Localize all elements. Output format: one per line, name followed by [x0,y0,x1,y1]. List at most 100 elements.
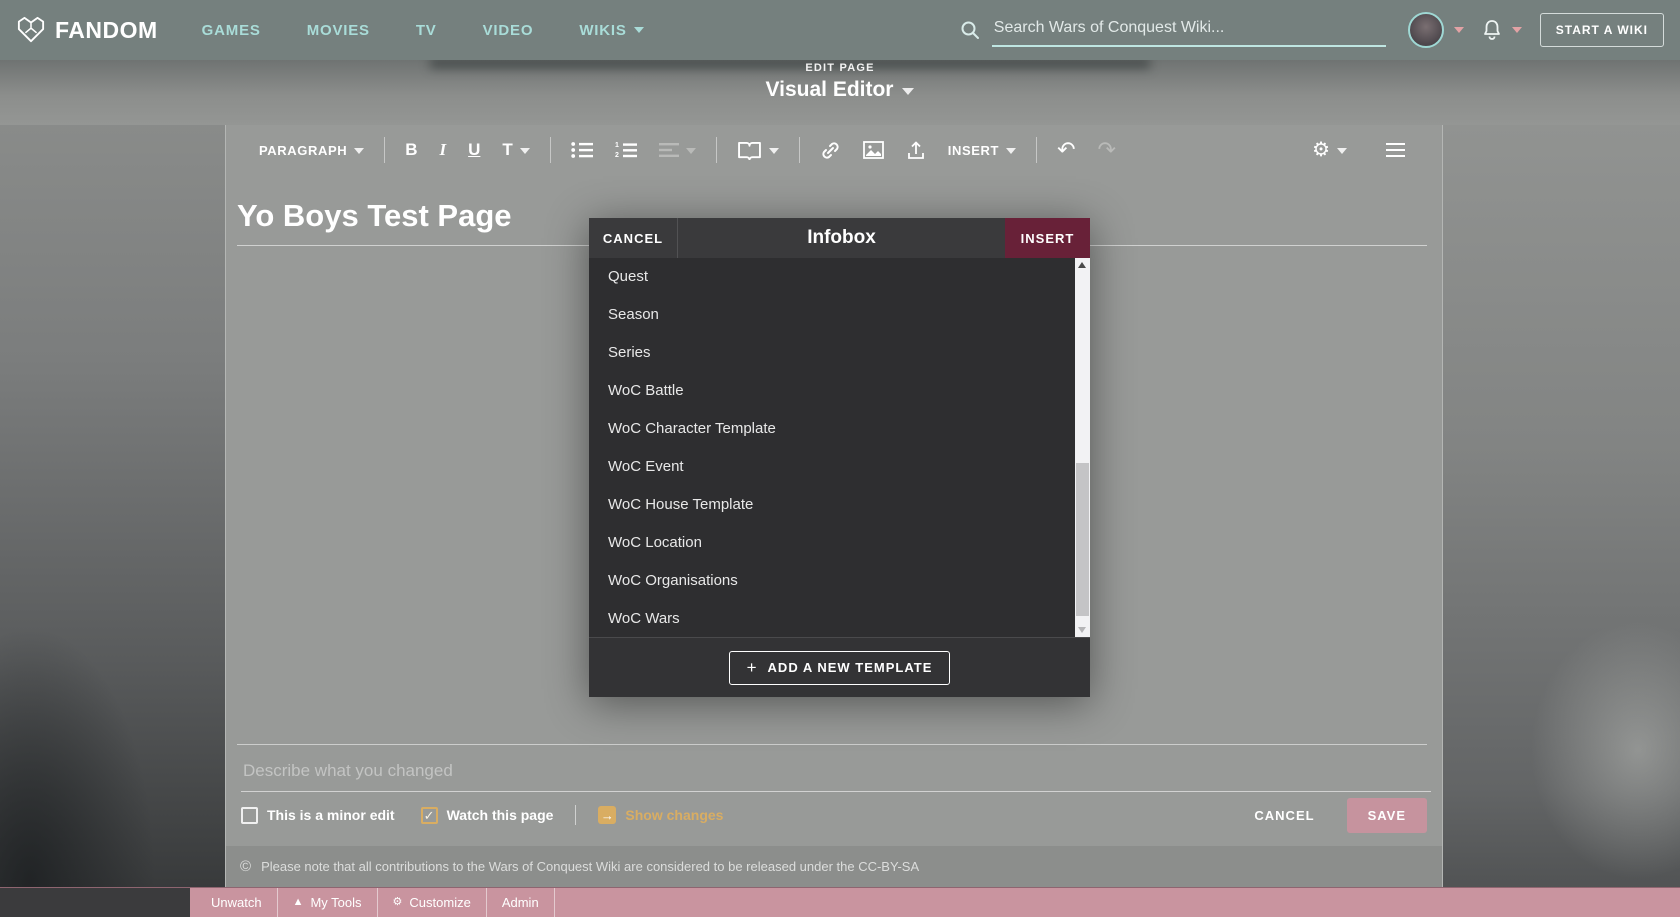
scrollbar-thumb[interactable] [1076,463,1089,616]
add-new-template-button[interactable]: + ADD A NEW TEMPLATE [728,650,951,685]
toolbar-divider [384,137,386,163]
toolbar-menu-button[interactable] [1371,125,1420,175]
save-panel-divider [237,744,1427,745]
editor-mode-dropdown[interactable]: Visual Editor [766,78,915,102]
diff-icon: → [598,806,617,824]
alignment-icon [658,143,679,157]
redo-icon: ↷ [1097,137,1116,162]
insert-image-button[interactable] [852,125,895,175]
minor-edit-checkbox[interactable]: This is a minor edit [241,806,395,824]
background-image-right [1441,60,1680,917]
bottom-item-icon: ⚙ [392,896,403,908]
insert-dropdown[interactable]: INSERT [937,125,1027,175]
global-navbar: FANDOM GAMES MOVIES TV VIDEO WIKIS Searc… [0,0,1680,60]
undo-button[interactable]: ↶ [1046,125,1086,175]
show-changes-button[interactable]: → Show changes [598,806,723,824]
dialog-cancel-button[interactable]: CANCEL [589,218,678,258]
template-list-item[interactable]: Season [589,296,1090,334]
nav-link[interactable]: WIKIS [579,22,644,39]
link-button[interactable] [809,125,852,175]
page-title: Yo Boys Test Page [237,198,512,233]
upload-media-button[interactable] [895,125,937,175]
bottom-toolbar-item[interactable]: Unwatch [196,888,278,917]
scroll-down-arrow-icon[interactable] [1078,627,1086,633]
chevron-down-icon [768,148,779,154]
save-actions: CANCEL SAVE [1248,797,1427,833]
cancel-edit-button[interactable]: CANCEL [1248,807,1320,824]
templates-dropdown[interactable] [726,125,790,175]
insert-label: INSERT [947,142,1000,158]
nav-link[interactable]: TV [416,22,437,39]
search-input[interactable] [991,13,1386,47]
nav-link-label: TV [415,21,437,39]
fandom-logo[interactable]: FANDOM [16,16,158,44]
template-list-item[interactable]: Quest [589,258,1090,296]
bold-button[interactable]: B [394,125,428,175]
bold-icon: B [405,140,418,159]
checkbox-checked-icon: ✓ [420,806,438,824]
hamburger-menu-icon [1386,143,1405,157]
alignment-dropdown[interactable] [648,125,707,175]
image-icon [862,141,884,159]
chevron-down-icon [633,27,644,33]
dialog-insert-button[interactable]: INSERT [1005,218,1090,258]
bottom-item-label: Admin [501,895,539,910]
svg-text:1: 1 [615,142,619,149]
upload-icon [907,141,924,159]
template-name: WoC Wars [608,610,680,627]
numbered-list-button[interactable]: 1 2 [604,125,648,175]
template-list-item[interactable]: WoC Organisations [589,562,1090,600]
template-list-item[interactable]: WoC Event [589,448,1090,486]
chevron-down-icon [902,88,915,95]
start-a-wiki-button[interactable]: START A WIKI [1539,13,1664,47]
underline-button[interactable]: U [457,125,491,175]
redo-button[interactable]: ↷ [1087,125,1127,175]
bullet-list-button[interactable] [560,125,604,175]
nav-link[interactable]: MOVIES [307,22,370,39]
bottom-bar-dark-segment [0,888,190,917]
template-list-item[interactable]: WoC Character Template [589,410,1090,448]
fandom-wordmark: FANDOM [55,16,158,43]
notifications-button[interactable] [1482,19,1502,41]
notifications-chevron-icon[interactable] [1511,27,1522,33]
show-changes-label: Show changes [625,807,724,823]
bottom-toolbar-item[interactable]: ▲ My Tools [278,888,378,917]
toolbar-divider [798,137,800,163]
background-image-left [0,60,225,917]
undo-icon: ↶ [1057,137,1076,162]
plus-icon: + [746,657,758,677]
save-button[interactable]: SAVE [1346,797,1427,833]
user-area [1407,12,1522,48]
bottom-toolbar-item[interactable]: Admin [487,888,555,917]
template-list-item[interactable]: WoC Wars [589,600,1090,637]
italic-button[interactable]: I [429,125,458,175]
template-list-item[interactable]: WoC House Template [589,486,1090,524]
bell-icon [1483,20,1500,40]
toolbar-divider [715,137,717,163]
text-style-dropdown[interactable]: T [491,125,540,175]
underline-icon: U [468,140,481,159]
global-search [960,13,1386,47]
nav-link[interactable]: VIDEO [483,22,534,39]
save-options-row: This is a minor edit ✓ Watch this page →… [241,797,1427,833]
dialog-scrollbar[interactable] [1075,258,1090,637]
paragraph-style-dropdown[interactable]: PARAGRAPH [248,125,375,175]
user-menu-chevron-icon[interactable] [1453,27,1464,33]
add-template-label: ADD A NEW TEMPLATE [767,660,933,675]
nav-link-label: VIDEO [482,21,534,39]
watch-page-checkbox[interactable]: ✓ Watch this page [420,806,553,824]
book-icon [737,141,761,160]
template-list-item[interactable]: WoC Battle [589,372,1090,410]
template-list-item[interactable]: Series [589,334,1090,372]
scroll-up-arrow-icon[interactable] [1078,262,1086,268]
page-settings-dropdown[interactable]: ⚙ [1301,125,1353,175]
template-name: Season [608,306,659,323]
bottom-toolbar-item[interactable]: ⚙ Customize [378,888,487,917]
link-icon [822,141,839,159]
avatar[interactable] [1407,12,1444,48]
template-list-item[interactable]: WoC Location [589,524,1090,562]
nav-link[interactable]: GAMES [202,22,261,39]
license-notice-text: Please note that all contributions to th… [261,859,920,874]
bottom-item-icon: ▲ [292,896,304,908]
edit-summary-input[interactable] [241,753,1431,792]
